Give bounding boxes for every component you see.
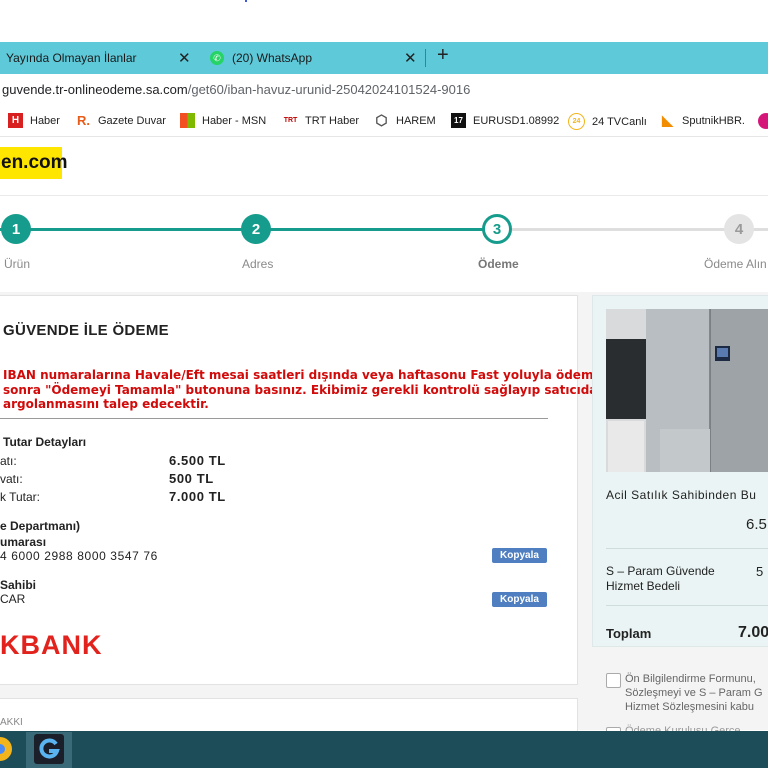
bank-logo: KBANK — [0, 630, 103, 660]
step-3-circle: 3 — [482, 214, 512, 244]
department-title: e Departmanı) — [0, 519, 81, 533]
bookmark-label: Gazete Duvar — [98, 114, 166, 127]
divider — [606, 605, 768, 606]
step-4-label: Ödeme Alın — [704, 257, 767, 271]
detail-value: 6.500 TL — [169, 453, 226, 468]
tradingview-icon: 17 — [451, 113, 466, 128]
payment-warning: IBAN numaralarına Havale/Eft mesai saatl… — [3, 368, 606, 412]
detail-label: atı: — [0, 454, 17, 468]
step-2-label: Adres — [242, 257, 274, 271]
bookmark-label: Haber - MSN — [202, 114, 267, 127]
bookmark-eurusd[interactable]: 17 EURUSD1.08992 — [451, 113, 559, 128]
whatsapp-icon: ✆ — [210, 51, 224, 65]
step-4-circle: 4 — [724, 214, 754, 244]
product-image — [606, 309, 768, 472]
step-3-label: Ödeme — [478, 257, 519, 271]
detail-label: vatı: — [0, 472, 23, 486]
checkout-steps: 1 2 3 4 Ürün Adres Ödeme Ödeme Alın — [0, 196, 768, 292]
warning-line: sonra "Ödemeyi Tamamla" butonuna basınız… — [3, 382, 606, 397]
iban-label: umarası — [0, 535, 47, 549]
site-logo[interactable]: en.com — [0, 147, 68, 179]
step-2-circle: 2 — [241, 214, 271, 244]
bookmark-gazete-duvar[interactable]: R. Gazete Duvar — [76, 113, 166, 128]
consent-text: Sözleşmeyi ve S – Param G — [625, 687, 763, 699]
payment-card — [0, 295, 578, 685]
copy-owner-button[interactable]: Kopyala — [492, 592, 547, 607]
bookmark-msn[interactable]: Haber - MSN — [180, 113, 266, 128]
fee-label: Hizmet Bedeli — [606, 579, 681, 593]
bookmark-24tv[interactable]: 24 24 TVCanlı — [568, 113, 647, 130]
divider — [606, 548, 768, 549]
haber-icon: H — [8, 113, 23, 128]
fridge-photo — [606, 309, 768, 472]
fee-value: 5 — [756, 564, 764, 579]
trt-icon: TRT — [283, 117, 298, 124]
decorative-dot — [245, 0, 247, 2]
g-app-taskbar-icon[interactable] — [34, 734, 64, 764]
24tv-icon: 24 — [568, 113, 585, 130]
owner-value: CAR — [0, 592, 26, 606]
owner-label: Sahibi — [0, 578, 37, 592]
taskbar — [0, 731, 768, 768]
fee-label: S – Param Güvende — [606, 564, 715, 578]
second-card-label: AKKI — [0, 717, 23, 728]
tab-yayinda-olmayan[interactable]: Yayında Olmayan İlanlar ✕ — [0, 42, 195, 74]
detail-value: 500 TL — [169, 471, 214, 486]
chrome-taskbar-icon[interactable] — [0, 731, 14, 768]
details-title: Tutar Detayları — [3, 435, 87, 449]
step-1-label: Ürün — [4, 257, 31, 271]
bookmark-overflow-icon[interactable] — [758, 113, 768, 129]
consent-text: Hizmet Sözleşmesini kabu — [625, 701, 754, 713]
detail-label: k Tutar: — [0, 490, 41, 504]
bookmark-label: HAREM — [396, 114, 436, 127]
tab-title: Yayında Olmayan İlanlar — [6, 51, 137, 65]
new-tab-button[interactable]: + — [437, 44, 449, 67]
bookmark-label: EURUSD1.08992 — [473, 114, 560, 127]
detail-value: 7.000 TL — [169, 489, 226, 504]
consent-text: Ön Bilgilendirme Formunu, — [625, 673, 756, 685]
total-label: Toplam — [606, 626, 652, 641]
total-value: 7.00 — [738, 624, 768, 641]
bookmark-sputnik[interactable]: ◣ SputnikHBR. — [660, 112, 745, 128]
close-icon[interactable]: ✕ — [178, 49, 191, 67]
bookmark-haber[interactable]: H Haber — [8, 113, 60, 128]
tab-title: (20) WhatsApp — [232, 51, 313, 65]
tab-separator — [425, 49, 426, 67]
payment-title: GÜVENDE İLE ÖDEME — [3, 322, 169, 339]
product-price: 6.5 — [746, 516, 767, 533]
site-header — [0, 137, 768, 196]
bookmark-label: 24 TVCanlı — [592, 115, 647, 128]
consent-checkbox[interactable] — [606, 673, 621, 688]
url-text[interactable]: guvende.tr-onlineodeme.sa.com/get60/iban… — [2, 82, 470, 97]
step-1-circle: 1 — [1, 214, 31, 244]
bookmark-label: TRT Haber — [305, 114, 360, 127]
bookmark-harem[interactable]: ⬡ HAREM — [374, 112, 436, 128]
tab-bar: Yayında Olmayan İlanlar ✕ ✆ (20) WhatsAp… — [0, 42, 768, 74]
gazete-duvar-icon: R. — [77, 113, 90, 128]
bookmark-label: Haber — [30, 114, 60, 127]
harem-icon: ⬡ — [375, 112, 388, 128]
warning-line: argolanmasını talep edecektir. — [3, 397, 209, 411]
window-top-area — [0, 0, 768, 42]
divider — [0, 418, 548, 419]
url-host: guvende.tr-onlineodeme.sa.com — [2, 82, 188, 97]
iban-value: 4 6000 2988 8000 3547 76 — [0, 549, 158, 563]
close-icon[interactable]: ✕ — [404, 49, 417, 67]
address-bar[interactable]: guvende.tr-onlineodeme.sa.com/get60/iban… — [0, 74, 768, 107]
url-path: /get60/iban-havuz-urunid-25042024101524-… — [187, 82, 471, 97]
tab-whatsapp[interactable]: ✆ (20) WhatsApp ✕ — [196, 42, 424, 74]
sputnik-icon: ◣ — [662, 112, 673, 128]
bookmarks-bar: H Haber R. Gazete Duvar Haber - MSN TRT … — [0, 106, 768, 137]
msn-icon — [180, 113, 195, 128]
copy-iban-button[interactable]: Kopyala — [492, 548, 547, 563]
bookmark-label: SputnikHBR. — [682, 114, 745, 127]
product-title: Acil Satılık Sahibinden Bu — [606, 488, 757, 502]
warning-line: IBAN numaralarına Havale/Eft mesai saatl… — [3, 368, 602, 382]
bookmark-trt-haber[interactable]: TRT TRT Haber — [283, 113, 359, 128]
